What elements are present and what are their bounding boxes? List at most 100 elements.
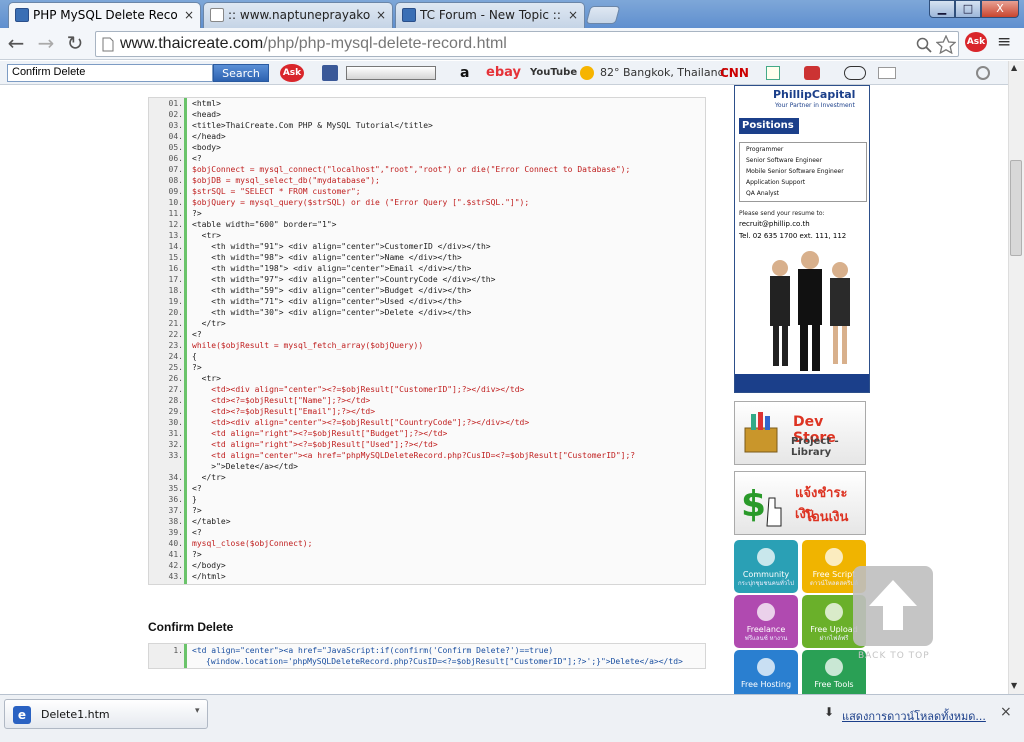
tab-title: PHP MySQL Delete Record/C [33,8,178,22]
vertical-scrollbar[interactable]: ▲ ▼ [1008,61,1024,694]
dev-store-subtitle: Project - Library [791,436,839,458]
service-tile[interactable]: Free Tools [802,650,866,694]
dev-store-ad[interactable]: Dev Store Project - Library [734,401,866,465]
news-icon[interactable] [766,66,780,80]
toolbar-slider[interactable] [346,66,436,80]
code-line: <th width="98"> <div align="center">Name… [192,253,462,262]
ad-footer-bar [735,374,869,392]
close-download-shelf-icon[interactable]: × [1000,704,1012,720]
page-icon [102,37,114,52]
line-number: 37. [168,506,183,515]
browser-window: PHP MySQL Delete Record/C × :: www.naptu… [0,0,1024,742]
scrollbar-thumb[interactable] [1010,160,1022,256]
code-listing: 01. <html> 02. <head> 03. <title>ThaiCreate.C… [148,97,706,585]
code-line: <th width="59"> <div align="center">Budg… [192,286,472,295]
service-tile[interactable]: Free Hosting [734,650,798,694]
service-tile[interactable]: Community กระปุกชุมชนคนทั่วไป [734,540,798,593]
tile-icon [757,658,775,676]
line-number: 11. [168,209,183,218]
facebook-icon[interactable] [322,65,338,81]
ask-toolbar: Confirm Delete Search Ask a ebay YouTube… [0,61,1024,85]
back-button[interactable]: ← [4,31,28,55]
show-all-downloads-link[interactable]: แสดงการดาวน์โหลดทั้งหมด... [842,707,986,725]
chrome-menu-icon[interactable]: ≡ [997,33,1015,51]
toolbar-search-input[interactable]: Confirm Delete [7,64,213,82]
confirm-code-listing: 1. <td align="center"><a href="JavaScrip… [148,643,706,669]
phillip-capital-ad[interactable]: PhillipCapital Your Partner in Investmen… [734,85,870,393]
section-heading: Confirm Delete [148,620,234,634]
tab-naptune[interactable]: :: www.naptuneprayakorn.c × [203,2,393,28]
game-icon[interactable] [804,66,820,80]
code-line: >">Delete</a></td> [192,462,298,471]
tile-subtitle: ฟรีแลนซ์ หางาน [744,635,788,642]
address-bar[interactable]: www.thaicreate.com/php/php-mysql-delete-… [95,31,959,57]
close-window-button[interactable]: X [981,0,1019,18]
tab-php-mysql-delete[interactable]: PHP MySQL Delete Record/C × [8,2,201,29]
youtube-icon[interactable]: YouTube [530,64,577,82]
tab-title: TC Forum - New Topic :: เริ่ม [420,8,562,22]
weather-text[interactable]: 82° Bangkok, Thailand [600,64,725,82]
search-icon[interactable] [916,37,932,53]
line-number: 16. [168,264,183,273]
tile-icon [757,603,775,621]
scroll-up-icon[interactable]: ▲ [1011,63,1017,72]
tile-subtitle: กระปุกชุมชนคนทั่วไป [738,580,794,587]
resume-instruction: Please send your resume to: [739,210,825,217]
line-number: 30. [168,418,183,427]
line-number: 36. [168,495,183,504]
ask-logo-icon[interactable]: Ask [280,64,304,82]
line-number: 26. [168,374,183,383]
ebay-icon[interactable]: ebay [486,64,521,82]
minimize-button[interactable]: ▁ [929,0,955,18]
tab-close-icon[interactable]: × [568,3,578,27]
tile-title: Free Script [812,570,856,579]
mail-icon[interactable] [878,67,896,79]
line-number: 32. [168,440,183,449]
tab-tc-forum[interactable]: TC Forum - New Topic :: เริ่ม × [395,2,585,28]
download-shelf: e Delete1.htm ▾ ⬇ แสดงการดาวน์โหลดทั้งหม… [0,694,1024,742]
tile-icon [825,658,843,676]
ask-extension-icon[interactable]: Ask [965,32,987,52]
position-item: Application Support [746,179,806,186]
line-number: 22. [168,330,183,339]
cnn-icon[interactable]: CNN [720,64,749,82]
settings-gear-icon[interactable] [976,66,990,80]
tab-close-icon[interactable]: × [376,3,386,27]
line-number: 03. [168,121,183,130]
bookmark-star-icon[interactable] [936,35,956,54]
code-line: <? [192,330,202,339]
weather-icon [580,66,594,80]
download-menu-chevron-icon[interactable]: ▾ [195,706,200,716]
maximize-button[interactable]: □ [955,0,981,18]
svg-text:$: $ [741,484,766,525]
reload-button[interactable]: ↻ [63,31,87,55]
code-line: { [192,352,197,361]
speed-icon[interactable] [844,66,866,80]
code-line: <tr> [192,231,221,240]
code-line: } [192,495,197,504]
payment-notice-ad[interactable]: $ แจ้งชำระเงิน โอนเงิน [734,471,866,535]
up-arrow-icon [869,580,917,630]
download-item[interactable]: e Delete1.htm ▾ [4,699,208,729]
code-line: <html> [192,99,221,108]
forward-button[interactable]: → [34,31,58,55]
new-tab-button[interactable] [585,6,621,24]
line-number: 17. [168,275,183,284]
line-number: 05. [168,143,183,152]
back-to-top-button[interactable] [853,566,933,646]
line-number: 04. [168,132,183,141]
payment-hand-icon: $ [741,484,782,527]
line-number: 02. [168,110,183,119]
code-line: $objQuery = mysql_query($strSQL) or die … [192,198,530,207]
line-number: 25. [168,363,183,372]
service-tile[interactable]: Freelance ฟรีแลนซ์ หางาน [734,595,798,648]
scroll-down-icon[interactable]: ▼ [1011,681,1017,690]
code-line: </table> [192,517,231,526]
code-line: <td><?=$objResult["Name"];?></td> [192,396,371,405]
toolbar-search-button[interactable]: Search [213,64,269,82]
code-line: <title>ThaiCreate.Com PHP & MySQL Tutori… [192,121,433,130]
amazon-icon[interactable]: a [460,64,469,82]
tab-close-icon[interactable]: × [184,3,194,27]
code-line: $objConnect = mysql_connect("localhost",… [192,165,631,174]
page-content: 01. <html> 02. <head> 03. <title>ThaiCreate.C… [0,85,1008,694]
